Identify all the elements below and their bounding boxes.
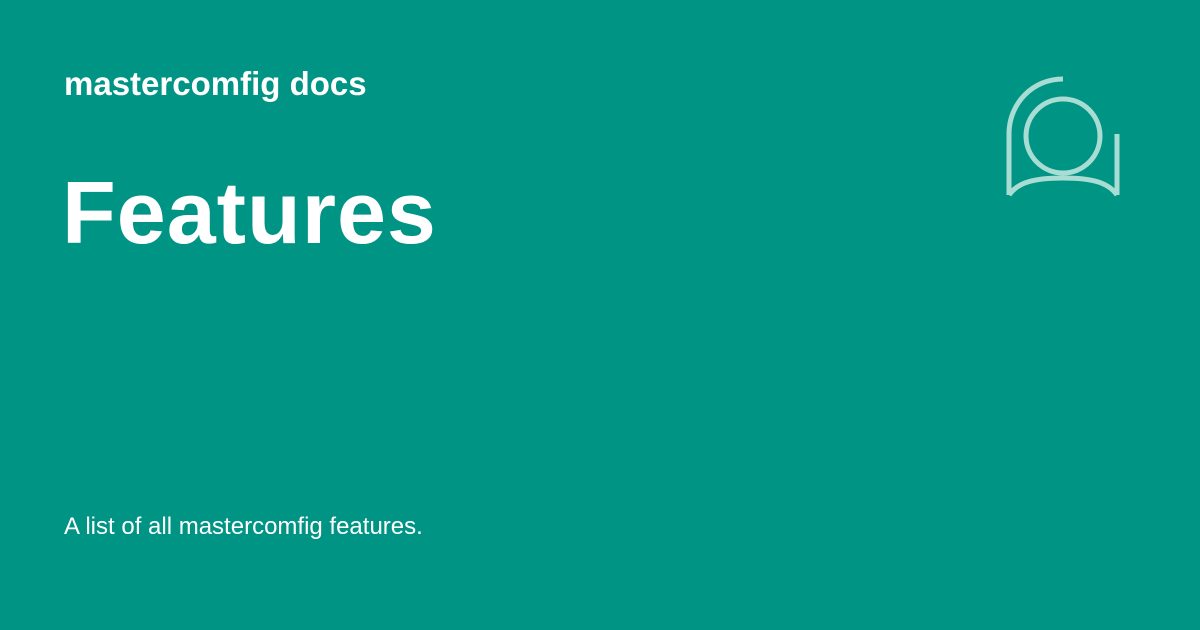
page-description: A list of all mastercomfig features. — [64, 513, 423, 540]
site-name: mastercomfig docs — [64, 65, 367, 102]
social-card: mastercomfig docs Features A list of all… — [0, 0, 1200, 630]
page-title: Features — [62, 163, 437, 262]
mastercomfig-logo-icon — [1000, 74, 1126, 200]
